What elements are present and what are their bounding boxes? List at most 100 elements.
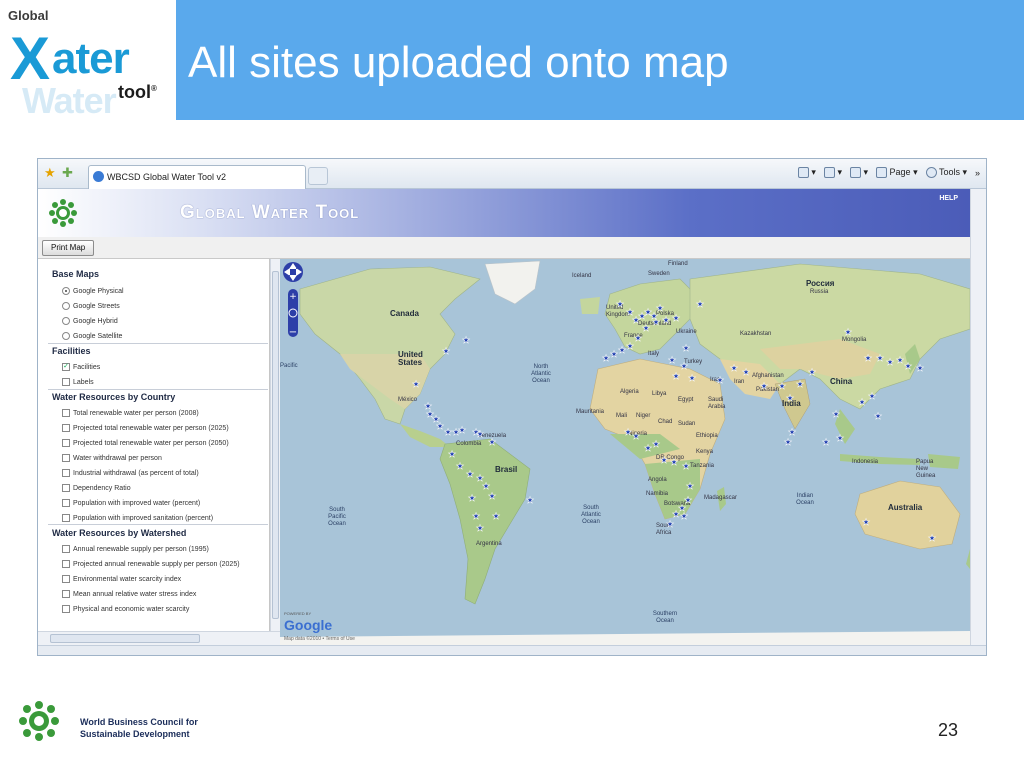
facility-star-icon[interactable]: ★ <box>916 364 925 375</box>
facility-star-icon[interactable]: ★ <box>476 430 485 441</box>
facility-star-icon[interactable]: ★ <box>632 432 641 443</box>
facility-star-icon[interactable]: ★ <box>876 354 885 365</box>
facility-star-icon[interactable]: ★ <box>688 374 697 385</box>
checkbox[interactable] <box>62 378 70 386</box>
facility-star-icon[interactable]: ★ <box>670 458 679 469</box>
world-map[interactable]: + − Canada United States Brasil Australi… <box>280 259 970 645</box>
chevron-right-icon[interactable]: » <box>975 168 980 178</box>
facility-star-icon[interactable]: ★ <box>682 344 691 355</box>
facility-star-icon[interactable]: ★ <box>610 350 619 361</box>
facility-star-icon[interactable]: ★ <box>686 482 695 493</box>
facility-star-icon[interactable]: ★ <box>874 412 883 423</box>
facility-star-icon[interactable]: ★ <box>526 496 535 507</box>
facility-star-icon[interactable]: ★ <box>660 456 669 467</box>
facility-star-icon[interactable]: ★ <box>844 328 853 339</box>
facility-star-icon[interactable]: ★ <box>626 342 635 353</box>
facility-star-icon[interactable]: ★ <box>482 482 491 493</box>
sidebar-horizontal-scrollbar[interactable] <box>38 631 280 645</box>
watershed-layer-option[interactable]: Projected annual renewable supply per pe… <box>62 560 240 568</box>
country-layer-option[interactable]: Population with improved sanitation (per… <box>62 514 213 522</box>
facility-star-icon[interactable]: ★ <box>652 440 661 451</box>
facility-star-icon[interactable]: ★ <box>778 382 787 393</box>
facility-star-icon[interactable]: ★ <box>864 354 873 365</box>
facilities-checkbox[interactable]: ✓ Facilities <box>62 363 100 371</box>
watershed-layer-option[interactable]: Physical and economic water scarcity <box>62 605 189 613</box>
watershed-layer-option[interactable]: Mean annual relative water stress index <box>62 590 196 598</box>
facility-star-icon[interactable]: ★ <box>896 356 905 367</box>
facility-star-icon[interactable]: ★ <box>788 428 797 439</box>
facility-star-icon[interactable]: ★ <box>488 438 497 449</box>
facility-star-icon[interactable]: ★ <box>786 394 795 405</box>
facility-star-icon[interactable]: ★ <box>742 368 751 379</box>
facility-star-icon[interactable]: ★ <box>680 512 689 523</box>
country-layer-option[interactable]: Projected total renewable water per pers… <box>62 439 229 447</box>
watershed-layer-option[interactable]: Annual renewable supply per person (1995… <box>62 545 209 553</box>
facility-star-icon[interactable]: ★ <box>928 534 937 545</box>
facility-star-icon[interactable]: ★ <box>672 510 681 521</box>
map-data-attribution[interactable]: Map data ©2010 • Terms of Use <box>284 636 355 642</box>
facility-star-icon[interactable]: ★ <box>642 324 651 335</box>
facility-star-icon[interactable]: ★ <box>672 314 681 325</box>
facility-star-icon[interactable]: ★ <box>466 470 475 481</box>
feeds-icon[interactable]: ▾ <box>823 167 842 179</box>
labels-checkbox[interactable]: Labels <box>62 378 94 386</box>
base-map-option[interactable]: Google Hybrid <box>62 317 118 325</box>
facility-star-icon[interactable]: ★ <box>448 450 457 461</box>
radio[interactable] <box>62 317 70 325</box>
facility-star-icon[interactable]: ★ <box>832 410 841 421</box>
facility-star-icon[interactable]: ★ <box>696 300 705 311</box>
facility-star-icon[interactable]: ★ <box>730 364 739 375</box>
facility-star-icon[interactable]: ★ <box>412 380 421 391</box>
facility-star-icon[interactable]: ★ <box>716 376 725 387</box>
facility-star-icon[interactable]: ★ <box>436 422 445 433</box>
facility-star-icon[interactable]: ★ <box>652 318 661 329</box>
facility-star-icon[interactable]: ★ <box>468 494 477 505</box>
sidebar-vertical-scrollbar[interactable] <box>270 259 280 631</box>
country-layer-option[interactable]: Water withdrawal per person <box>62 454 162 462</box>
facility-star-icon[interactable]: ★ <box>462 336 471 347</box>
radio[interactable] <box>62 332 70 340</box>
country-layer-option[interactable]: Population with improved water (percent) <box>62 499 200 507</box>
facility-star-icon[interactable]: ★ <box>858 398 867 409</box>
facility-star-icon[interactable]: ★ <box>886 358 895 369</box>
favorites-star-icon[interactable]: ★ <box>44 166 58 180</box>
facility-star-icon[interactable]: ★ <box>476 524 485 535</box>
facility-star-icon[interactable]: ★ <box>662 316 671 327</box>
facility-star-icon[interactable]: ★ <box>784 438 793 449</box>
base-map-option[interactable]: Google Streets <box>62 302 120 310</box>
help-link[interactable]: HELP <box>939 195 958 202</box>
facility-star-icon[interactable]: ★ <box>458 426 467 437</box>
add-favorites-icon[interactable]: ✚ <box>62 166 76 180</box>
radio-selected[interactable] <box>62 287 70 295</box>
radio[interactable] <box>62 302 70 310</box>
facility-star-icon[interactable]: ★ <box>472 512 481 523</box>
facility-star-icon[interactable]: ★ <box>682 462 691 473</box>
facility-star-icon[interactable]: ★ <box>862 518 871 529</box>
home-icon[interactable]: ▾ <box>797 167 816 179</box>
facility-star-icon[interactable]: ★ <box>602 354 611 365</box>
checkbox-checked[interactable]: ✓ <box>62 363 70 371</box>
facility-star-icon[interactable]: ★ <box>672 372 681 383</box>
country-layer-option[interactable]: Dependency Ratio <box>62 484 131 492</box>
facility-star-icon[interactable]: ★ <box>492 512 501 523</box>
country-layer-option[interactable]: Projected total renewable water per pers… <box>62 424 229 432</box>
facility-star-icon[interactable]: ★ <box>666 520 675 531</box>
facility-star-icon[interactable]: ★ <box>618 346 627 357</box>
facility-star-icon[interactable]: ★ <box>656 304 665 315</box>
print-icon[interactable]: ▾ <box>849 167 868 179</box>
base-map-option[interactable]: Google Satellite <box>62 332 122 340</box>
facility-star-icon[interactable]: ★ <box>616 300 625 311</box>
facility-star-icon[interactable]: ★ <box>822 438 831 449</box>
country-layer-option[interactable]: Industrial withdrawal (as percent of tot… <box>62 469 199 477</box>
facility-star-icon[interactable]: ★ <box>624 428 633 439</box>
facility-star-icon[interactable]: ★ <box>904 362 913 373</box>
browser-tab[interactable]: WBCSD Global Water Tool v2 <box>88 165 306 189</box>
facility-star-icon[interactable]: ★ <box>634 334 643 345</box>
facility-star-icon[interactable]: ★ <box>442 347 451 358</box>
facility-star-icon[interactable]: ★ <box>456 462 465 473</box>
country-layer-option[interactable]: Total renewable water per person (2008) <box>62 409 199 417</box>
base-map-option[interactable]: Google Physical <box>62 287 124 295</box>
page-vertical-scrollbar[interactable] <box>970 189 986 645</box>
facility-star-icon[interactable]: ★ <box>668 356 677 367</box>
facility-star-icon[interactable]: ★ <box>868 392 877 403</box>
